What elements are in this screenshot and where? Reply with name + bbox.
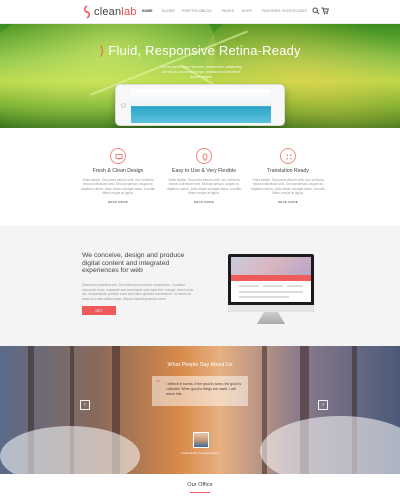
imac-chin	[228, 305, 314, 312]
intro-text: Maecenas pharetra sed. Sed bibendum pulv…	[82, 283, 194, 301]
feature-text: Nulla facilisi. Sed porta dictum velit, …	[81, 178, 155, 196]
nav-item-slider[interactable]: Slider	[162, 9, 182, 13]
read-more-link[interactable]: Read More	[68, 200, 168, 204]
read-more-link[interactable]: Read More	[238, 200, 338, 204]
desktop-icon	[110, 148, 126, 164]
imac-screen-row	[239, 296, 289, 298]
feature-card: Fresh & Clean Design Nulla facilisi. Sed…	[68, 148, 168, 204]
feature-card: Translation Ready Nulla facilisi. Sed po…	[238, 148, 338, 204]
feature-text: Nulla facilisi. Sed porta dictum velit, …	[251, 178, 325, 196]
get-started-button[interactable]: Get Started	[82, 306, 116, 322]
quote-icon: “	[156, 379, 161, 388]
imac-screen-header	[231, 257, 311, 275]
imac-mockup	[228, 254, 314, 312]
hero-title: ⟩ Fluid, Responsive Retina-Ready	[99, 43, 301, 58]
nav-item-pages[interactable]: Pages	[222, 9, 242, 13]
prev-arrow-button[interactable]: ‹	[80, 400, 90, 410]
testimonial-section: What People Say About Us “ I believe in …	[0, 346, 400, 474]
office-section: Our Office	[0, 474, 400, 500]
site-header: cleanlab Home Slider Portfolio Blog Page…	[0, 0, 400, 24]
quote-box: “ I believe in karma. If the good is sow…	[152, 376, 248, 406]
hero-subtitle: Lorem ipsum dolor sit amet, consectetur …	[160, 65, 242, 79]
title-underline	[190, 492, 210, 493]
nav-item-home[interactable]: Home	[142, 9, 162, 13]
tablet-mockup	[115, 84, 285, 126]
tablet-home-button	[121, 103, 126, 108]
hero-title-mark: ⟩	[99, 43, 109, 58]
features-section: Fresh & Clean Design Nulla facilisi. Sed…	[0, 128, 400, 226]
feature-title: Fresh & Clean Design	[92, 168, 144, 174]
main-nav: Home Slider Portfolio Blog Pages Shop Fe…	[142, 9, 307, 13]
hero-banner: ⟩ Fluid, Responsive Retina-Ready Lorem i…	[0, 24, 400, 128]
nav-item-shop[interactable]: Shop	[242, 9, 262, 13]
intro-section: We conceive, design and produce digital …	[0, 226, 400, 346]
testimonial-author: Jordan Smith, Company Name	[180, 451, 220, 455]
nav-item-features[interactable]: Features	[262, 9, 282, 13]
translate-icon	[280, 148, 296, 164]
feature-title: Translation Ready	[267, 168, 309, 174]
nav-item-shortcodes[interactable]: Shortcodes	[282, 9, 307, 13]
search-icon[interactable]	[312, 7, 320, 15]
testimonial-title: What People Say About Us	[167, 362, 233, 368]
snow-bank	[260, 416, 400, 474]
imac-screen-row	[263, 285, 283, 287]
logo-icon	[83, 5, 91, 19]
intro-title: We conceive, design and produce digital …	[82, 252, 185, 274]
nav-item-blog[interactable]: Blog	[202, 9, 222, 13]
imac-screen-row	[287, 285, 303, 287]
imac-screen-row	[239, 291, 303, 293]
avatar	[193, 432, 209, 448]
tablet-screen	[131, 89, 271, 123]
logo[interactable]: cleanlab	[82, 5, 137, 19]
next-arrow-button[interactable]: ›	[318, 400, 328, 410]
cart-icon[interactable]	[321, 7, 329, 15]
imac-stand	[257, 312, 285, 324]
nav-item-portfolio[interactable]: Portfolio	[182, 9, 202, 13]
logo-text: cleanlab	[94, 6, 137, 18]
imac-screen-band	[231, 275, 311, 281]
location-pin-icon	[196, 148, 212, 164]
quote-text: I believe in karma. If the good is sown,…	[166, 382, 242, 396]
feature-text: Nulla facilisi. Sed porta dictum velit, …	[167, 178, 241, 196]
office-title: Our Office	[187, 482, 213, 488]
imac-screen-row	[239, 285, 259, 287]
imac-screen	[231, 257, 311, 302]
